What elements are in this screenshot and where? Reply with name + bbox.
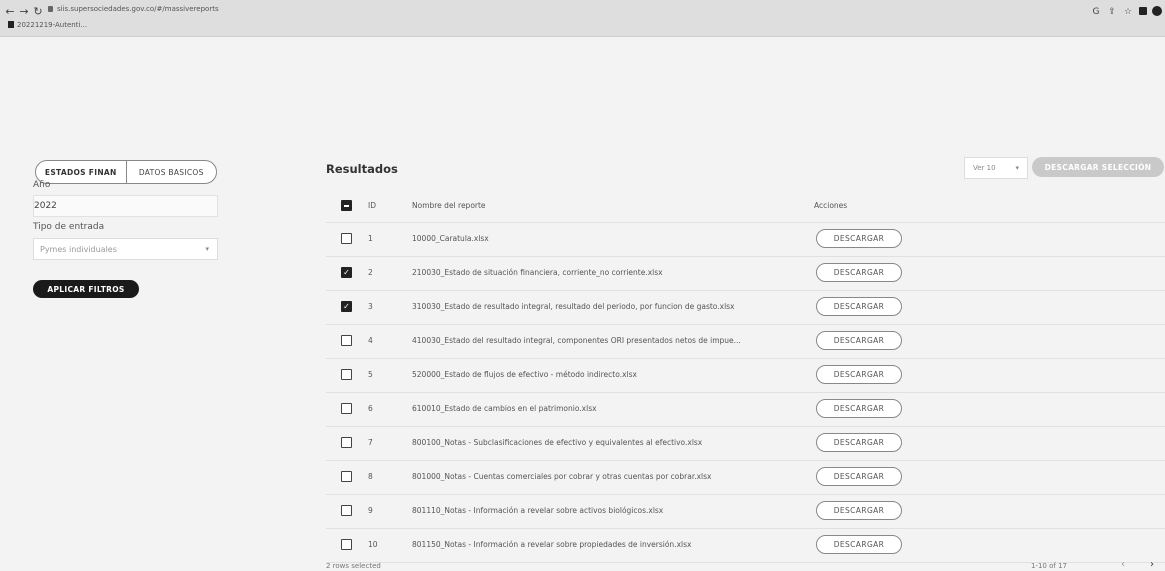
download-button[interactable]: DESCARGAR bbox=[816, 535, 902, 554]
row-id: 9 bbox=[368, 506, 373, 515]
report-name: 800100_Notas - Subclasificaciones de efe… bbox=[412, 438, 703, 447]
rows-per-page-select[interactable]: Ver 10 ▾ bbox=[964, 157, 1028, 179]
apply-filters-button[interactable]: APLICAR FILTROS bbox=[33, 280, 139, 298]
row-checkbox[interactable] bbox=[341, 403, 352, 414]
row-id: 7 bbox=[368, 438, 373, 447]
address-bar[interactable]: siis.supersociedades.gov.co/#/massiverep… bbox=[48, 5, 219, 13]
download-button[interactable]: DESCARGAR bbox=[816, 399, 902, 418]
row-id: 1 bbox=[368, 234, 373, 243]
reload-icon[interactable]: ↻ bbox=[32, 5, 44, 18]
row-id: 3 bbox=[368, 302, 373, 311]
report-name: 10000_Caratula.xlsx bbox=[412, 234, 489, 243]
download-button[interactable]: DESCARGAR bbox=[816, 263, 902, 282]
row-id: 2 bbox=[368, 268, 373, 277]
table-body: 1 10000_Caratula.xlsx DESCARGAR ✓ 2 210030_Es… bbox=[326, 223, 1165, 563]
table-row: 10 801150_Notas - Información a revelar s… bbox=[326, 529, 1165, 563]
row-id: 5 bbox=[368, 370, 373, 379]
download-selection-button[interactable]: DESCARGAR SELECCIÓN bbox=[1032, 157, 1164, 177]
star-icon[interactable]: ☆ bbox=[1123, 7, 1133, 17]
bookmark-label: 20221219-Autenti... bbox=[17, 21, 88, 29]
row-checkbox[interactable] bbox=[341, 369, 352, 380]
table-row: ✓ 3 310030_Estado de resultado integral, r… bbox=[326, 291, 1165, 325]
browser-toolbar: ← → ↻ siis.supersociedades.gov.co/#/mass… bbox=[0, 0, 1165, 37]
table-row: 5 520000_Estado de flujos de efectivo - m… bbox=[326, 359, 1165, 393]
year-label: Año bbox=[33, 180, 51, 190]
lock-icon bbox=[48, 6, 53, 12]
selected-count: 2 rows selected bbox=[326, 562, 381, 570]
report-name: 310030_Estado de resultado integral, res… bbox=[412, 302, 735, 311]
table-row: 7 800100_Notas - Subclasificaciones de ef… bbox=[326, 427, 1165, 461]
row-checkbox[interactable]: ✓ bbox=[341, 267, 352, 278]
row-checkbox[interactable] bbox=[341, 335, 352, 346]
column-header-id: ID bbox=[368, 201, 376, 210]
download-button[interactable]: DESCARGAR bbox=[816, 331, 902, 350]
pagination-range: 1-10 of 17 bbox=[1031, 562, 1067, 570]
row-id: 8 bbox=[368, 472, 373, 481]
row-checkbox[interactable] bbox=[341, 471, 352, 482]
next-page-icon[interactable]: › bbox=[1150, 559, 1154, 570]
previous-page-icon[interactable]: ‹ bbox=[1121, 559, 1125, 570]
report-name: 520000_Estado de flujos de efectivo - mé… bbox=[412, 370, 637, 379]
page-title: Resultados bbox=[326, 162, 398, 176]
download-button[interactable]: DESCARGAR bbox=[816, 467, 902, 486]
chevron-down-icon: ▾ bbox=[205, 245, 209, 253]
column-header-name: Nombre del reporte bbox=[412, 201, 486, 210]
table-row: 8 801000_Notas - Cuentas comerciales por … bbox=[326, 461, 1165, 495]
url-text: siis.supersociedades.gov.co/#/massiverep… bbox=[57, 5, 219, 13]
download-button[interactable]: DESCARGAR bbox=[816, 365, 902, 384]
table-row: ✓ 2 210030_Estado de situación financiera,… bbox=[326, 257, 1165, 291]
download-button[interactable]: DESCARGAR bbox=[816, 229, 902, 248]
table-row: 6 610010_Estado de cambios en el patrimon… bbox=[326, 393, 1165, 427]
row-checkbox[interactable] bbox=[341, 539, 352, 550]
report-name: 410030_Estado del resultado integral, co… bbox=[412, 336, 741, 345]
table-row: 4 410030_Estado del resultado integral, c… bbox=[326, 325, 1165, 359]
tab-datos-basicos[interactable]: DATOS BASICOS bbox=[127, 161, 217, 183]
download-button[interactable]: DESCARGAR bbox=[816, 297, 902, 316]
year-value: 2022 bbox=[34, 201, 57, 211]
rows-per-page-value: Ver 10 bbox=[973, 164, 996, 172]
row-id: 6 bbox=[368, 404, 373, 413]
year-field[interactable]: 2022 bbox=[33, 195, 218, 217]
entry-type-select[interactable]: Pymes individuales ▾ bbox=[33, 238, 218, 260]
report-name: 610010_Estado de cambios en el patrimoni… bbox=[412, 404, 597, 413]
bookmark-item[interactable]: 20221219-Autenti... bbox=[8, 21, 87, 29]
table-header: ID Nombre del reporte Acciones bbox=[326, 190, 1165, 223]
table-row: 9 801110_Notas - Información a revelar so… bbox=[326, 495, 1165, 529]
extension-icon[interactable] bbox=[1139, 7, 1147, 15]
google-icon[interactable]: G bbox=[1091, 7, 1101, 17]
report-name: 801150_Notas - Información a revelar sob… bbox=[412, 540, 692, 549]
row-checkbox[interactable] bbox=[341, 505, 352, 516]
report-name: 801000_Notas - Cuentas comerciales por c… bbox=[412, 472, 712, 481]
row-id: 4 bbox=[368, 336, 373, 345]
entry-type-label: Tipo de entrada bbox=[33, 222, 105, 232]
back-arrow-icon[interactable]: ← bbox=[4, 5, 16, 18]
download-button[interactable]: DESCARGAR bbox=[816, 433, 902, 452]
report-name: 210030_Estado de situación financiera, c… bbox=[412, 268, 663, 277]
row-id: 10 bbox=[368, 540, 378, 549]
row-checkbox[interactable]: ✓ bbox=[341, 301, 352, 312]
row-checkbox[interactable] bbox=[341, 233, 352, 244]
entry-type-value: Pymes individuales bbox=[40, 244, 117, 254]
share-icon[interactable]: ⇪ bbox=[1107, 7, 1117, 17]
table-row: 1 10000_Caratula.xlsx DESCARGAR bbox=[326, 223, 1165, 257]
download-button[interactable]: DESCARGAR bbox=[816, 501, 902, 520]
bookmark-icon bbox=[8, 21, 14, 28]
reports-table: ID Nombre del reporte Acciones 1 10000_Ca… bbox=[326, 190, 1165, 563]
filter-tabs: ESTADOS FINAN DATOS BASICOS bbox=[35, 160, 217, 184]
select-all-checkbox[interactable] bbox=[341, 200, 352, 211]
forward-arrow-icon[interactable]: → bbox=[18, 5, 30, 18]
chevron-down-icon: ▾ bbox=[1015, 164, 1019, 172]
profile-icon[interactable] bbox=[1152, 6, 1162, 16]
report-name: 801110_Notas - Información a revelar sob… bbox=[412, 506, 664, 515]
row-checkbox[interactable] bbox=[341, 437, 352, 448]
column-header-actions: Acciones bbox=[814, 201, 848, 210]
